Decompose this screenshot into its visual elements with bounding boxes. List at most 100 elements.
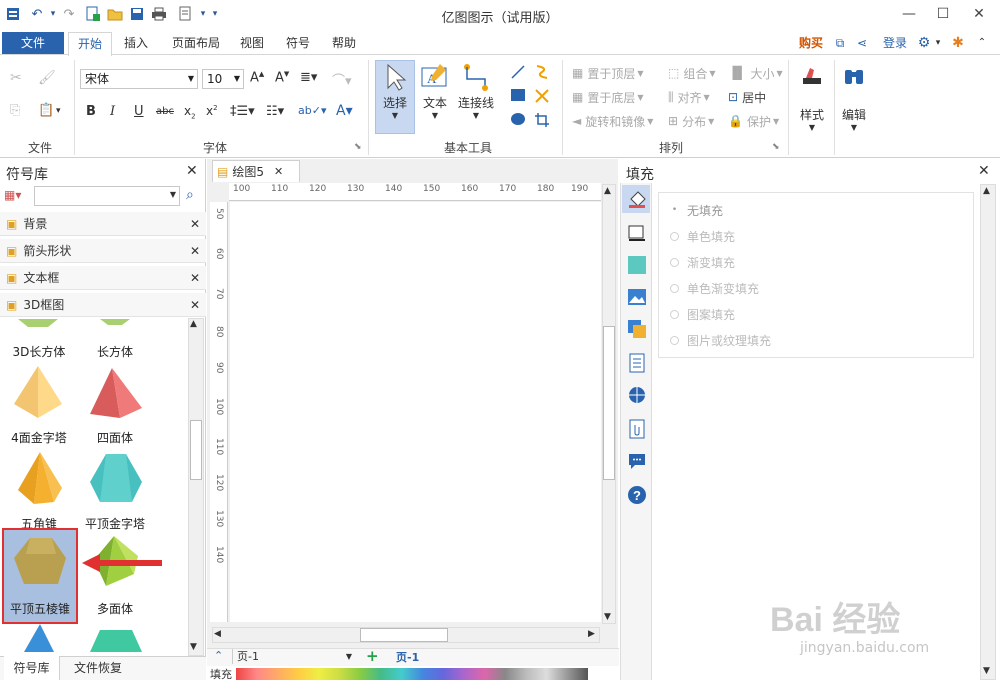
- help-icon[interactable]: ?: [626, 484, 648, 506]
- radio-no-fill[interactable]: • 无填充: [670, 201, 723, 219]
- underline-icon[interactable]: U: [134, 104, 144, 119]
- ellipse-shape-icon[interactable]: [510, 112, 526, 129]
- share-screen-icon[interactable]: ⧉: [832, 31, 848, 55]
- arrange-dialog-launcher-icon[interactable]: ⬊: [772, 142, 780, 152]
- curve-shape-icon[interactable]: [534, 64, 550, 83]
- strikethrough-icon[interactable]: abc: [156, 106, 174, 117]
- select-tool[interactable]: 选择 ▼: [375, 62, 415, 120]
- radio-pattern-fill[interactable]: 图案填充: [670, 305, 735, 323]
- category-3d-block[interactable]: ▣ 3D框图 ✕: [0, 293, 206, 317]
- copy-icon[interactable]: ⎘: [10, 103, 20, 118]
- radio-gradient-fill[interactable]: 渐变填充: [670, 253, 735, 271]
- radio-single-gradient-fill[interactable]: 单色渐变填充: [670, 279, 759, 297]
- shape-pentagonal-pyramid[interactable]: [14, 450, 64, 511]
- size-button[interactable]: ▐▌ 大小 ▼: [728, 63, 783, 83]
- close-icon[interactable]: ✕: [190, 271, 200, 285]
- close-button[interactable]: ✕: [962, 0, 996, 28]
- tab-help[interactable]: 帮助: [324, 31, 364, 55]
- scroll-down-icon[interactable]: ▼: [190, 642, 197, 652]
- scrollbar-thumb[interactable]: [360, 628, 448, 642]
- fill-bucket-icon[interactable]: [626, 188, 648, 210]
- rotate-mirror-button[interactable]: ◄ 旋转和镜像 ▼: [572, 111, 653, 131]
- theme-icon[interactable]: ✱: [950, 31, 966, 55]
- image-icon[interactable]: [626, 286, 648, 308]
- attachment-icon[interactable]: [626, 418, 648, 440]
- font-color-icon[interactable]: A▾: [336, 103, 353, 119]
- send-to-back-button[interactable]: ▦ 置于底层 ▼: [572, 87, 644, 107]
- style-button[interactable]: 样式 ▼: [794, 64, 830, 132]
- scroll-down-icon[interactable]: ▼: [983, 666, 990, 676]
- page-up-icon[interactable]: ⌃: [214, 649, 223, 662]
- close-icon[interactable]: ✕: [190, 217, 200, 231]
- tab-symbol[interactable]: 符号: [278, 31, 318, 55]
- settings-gear-icon[interactable]: ⚙: [916, 31, 932, 55]
- bullet-list-icon[interactable]: ☷▾: [266, 104, 284, 119]
- italic-icon[interactable]: I: [110, 104, 115, 119]
- shape-flat-top-pyramid[interactable]: [88, 450, 144, 511]
- tab-view[interactable]: 视图: [232, 31, 272, 55]
- font-shrink-icon[interactable]: A▼: [275, 70, 289, 85]
- settings-dropdown-icon[interactable]: ▾: [932, 31, 944, 55]
- search-icon[interactable]: ⌕: [186, 187, 194, 203]
- superscript-icon[interactable]: x2: [206, 104, 218, 118]
- cut-icon[interactable]: ✂: [10, 70, 22, 86]
- shape-partial-preview[interactable]: [88, 622, 144, 655]
- scrollbar-thumb[interactable]: [190, 420, 202, 480]
- add-page-icon[interactable]: +: [366, 647, 379, 665]
- radio-solid-fill[interactable]: 单色填充: [670, 227, 735, 245]
- group-button[interactable]: ⬚ 组合 ▼: [668, 63, 716, 83]
- page-tab[interactable]: 页-1: [396, 649, 419, 665]
- shape-4-face-pyramid[interactable]: [10, 364, 66, 425]
- scrollbar-thumb[interactable]: [603, 326, 615, 480]
- close-icon[interactable]: ✕: [190, 244, 200, 258]
- scroll-up-icon[interactable]: ▲: [604, 186, 611, 196]
- font-grow-icon[interactable]: A▲: [250, 70, 264, 85]
- maximize-button[interactable]: ☐: [926, 0, 960, 28]
- shape-cuboid-preview[interactable]: [90, 318, 140, 328]
- scroll-up-icon[interactable]: ▲: [983, 186, 990, 196]
- subscript-icon[interactable]: x2: [184, 104, 196, 120]
- category-textbox[interactable]: ▣ 文本框 ✕: [0, 266, 206, 290]
- tab-file[interactable]: 文件: [2, 32, 64, 54]
- drawing-page[interactable]: [230, 202, 601, 622]
- line-style-icon[interactable]: [626, 222, 648, 244]
- crop-icon[interactable]: [534, 112, 550, 131]
- line-spacing-icon[interactable]: ⌒▾: [332, 70, 352, 89]
- cross-shape-icon[interactable]: [534, 88, 550, 107]
- text-align-icon[interactable]: ≣▾: [300, 70, 317, 85]
- scroll-down-icon[interactable]: ▼: [604, 612, 611, 622]
- fill-panel-scrollbar[interactable]: [980, 184, 996, 680]
- shape-3d-cuboid-preview[interactable]: [8, 318, 68, 328]
- category-background[interactable]: ▣ 背景 ✕: [0, 212, 206, 236]
- layers-icon[interactable]: [626, 318, 648, 340]
- align-button[interactable]: ⫼ 对齐 ▼: [668, 87, 710, 107]
- center-button[interactable]: ⊡ 居中: [728, 87, 766, 107]
- document-tab[interactable]: ▤ 绘图5 ✕: [212, 160, 300, 182]
- buy-button[interactable]: 购买: [794, 31, 828, 55]
- login-button[interactable]: 登录: [878, 31, 912, 55]
- category-arrows[interactable]: ▣ 箭头形状 ✕: [0, 239, 206, 263]
- scroll-left-icon[interactable]: ◀: [214, 629, 221, 639]
- shape-partial-preview[interactable]: [14, 622, 64, 655]
- panel-close-icon[interactable]: ✕: [186, 163, 198, 179]
- radio-picture-texture-fill[interactable]: 图片或纹理填充: [670, 331, 771, 349]
- page-properties-icon[interactable]: [626, 352, 648, 374]
- color-palette-swatches[interactable]: [236, 668, 588, 680]
- symbol-search-input[interactable]: ▼: [34, 186, 180, 206]
- text-color-icon[interactable]: ab✓▾: [298, 104, 326, 117]
- font-family-select[interactable]: 宋体 ▼: [80, 69, 198, 89]
- paste-icon[interactable]: 📋: [38, 103, 54, 118]
- tab-page-layout[interactable]: 页面布局: [164, 31, 228, 55]
- tab-insert[interactable]: 插入: [116, 31, 156, 55]
- hyperlink-globe-icon[interactable]: [626, 384, 648, 406]
- close-tab-icon[interactable]: ✕: [274, 165, 283, 178]
- font-dialog-launcher-icon[interactable]: ⬊: [354, 142, 362, 152]
- paragraph-spacing-icon[interactable]: ‡☰▾: [230, 104, 255, 119]
- connector-tool[interactable]: 连接线 ▼: [455, 62, 497, 120]
- ribbon-collapse-icon[interactable]: ⌃: [974, 31, 990, 55]
- close-icon[interactable]: ✕: [190, 298, 200, 312]
- tab-symbol-library[interactable]: 符号库: [4, 656, 60, 680]
- tab-file-recovery[interactable]: 文件恢复: [66, 656, 130, 680]
- line-shape-icon[interactable]: [510, 64, 526, 83]
- library-menu-icon[interactable]: ▦▾: [4, 188, 21, 202]
